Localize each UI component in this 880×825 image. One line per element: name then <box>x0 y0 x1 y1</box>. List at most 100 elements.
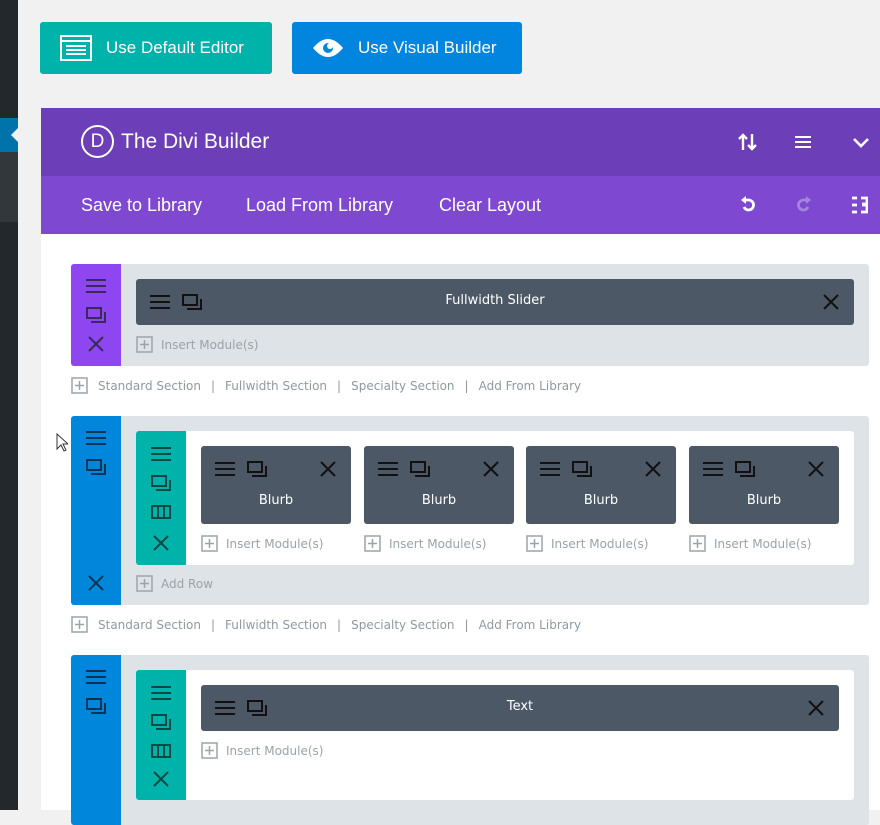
columns-icon[interactable] <box>151 505 171 519</box>
use-visual-builder-button[interactable]: Use Visual Builder <box>292 22 522 74</box>
delete-icon[interactable] <box>483 461 499 477</box>
standard-section-link[interactable]: Standard Section <box>98 618 201 632</box>
eye-icon <box>312 36 344 60</box>
delete-icon[interactable] <box>320 461 336 477</box>
fullwidth-section: Fullwidth Slider Insert Module(s) <box>71 264 869 366</box>
insert-module-button[interactable]: Insert Module(s) <box>526 535 648 552</box>
drag-handle-icon[interactable] <box>215 461 235 477</box>
delete-icon[interactable] <box>808 700 824 716</box>
duplicate-icon[interactable] <box>151 475 171 491</box>
insert-module-button[interactable]: Insert Module(s) <box>201 742 323 759</box>
undo-icon[interactable] <box>740 196 756 214</box>
divi-logo: D <box>81 125 114 158</box>
standard-section: Blurb Insert Module(s) Blurb Insert Module… <box>71 416 869 605</box>
add-row-button[interactable]: Add Row <box>136 575 213 592</box>
module-text[interactable]: Text <box>201 685 839 731</box>
insert-module-label: Insert Module(s) <box>161 337 259 352</box>
delete-icon[interactable] <box>808 461 824 477</box>
insert-module-label: Insert Module(s) <box>226 536 324 551</box>
delete-icon[interactable] <box>645 461 661 477</box>
duplicate-icon[interactable] <box>247 461 267 477</box>
insert-module-button[interactable]: Insert Module(s) <box>689 535 811 552</box>
duplicate-icon[interactable] <box>151 714 171 730</box>
module-title: Text <box>506 699 534 714</box>
module-title: Blurb <box>421 493 457 508</box>
save-to-library-button[interactable]: Save to Library <box>81 195 202 216</box>
mouse-cursor-icon <box>56 433 68 453</box>
delete-icon[interactable] <box>153 771 169 787</box>
duplicate-icon[interactable] <box>735 461 755 477</box>
history-icon[interactable] <box>852 196 868 214</box>
visual-builder-label: Use Visual Builder <box>358 38 497 57</box>
add-from-library-link[interactable]: Add From Library <box>479 618 582 632</box>
default-editor-label: Use Default Editor <box>106 38 244 57</box>
row-controls <box>136 670 186 800</box>
add-section-links: Standard Section | Fullwidth Section | Spe… <box>71 616 581 633</box>
fullwidth-section-link[interactable]: Fullwidth Section <box>225 618 327 632</box>
insert-module-label: Insert Module(s) <box>389 536 487 551</box>
menu-icon[interactable] <box>795 135 811 149</box>
redo-icon[interactable] <box>796 196 812 214</box>
load-from-library-button[interactable]: Load From Library <box>246 195 393 216</box>
insert-module-button[interactable]: Insert Module(s) <box>136 336 258 353</box>
sort-arrows-icon[interactable] <box>737 132 759 152</box>
drag-handle-icon[interactable] <box>151 685 171 701</box>
specialty-section-link[interactable]: Specialty Section <box>351 379 454 393</box>
specialty-section-link[interactable]: Specialty Section <box>351 618 454 632</box>
clear-layout-button[interactable]: Clear Layout <box>439 195 541 216</box>
builder-title: The Divi Builder <box>121 130 270 153</box>
separator: | <box>211 617 216 632</box>
separator: | <box>464 617 469 632</box>
drag-handle-icon[interactable] <box>378 461 398 477</box>
separator: | <box>337 378 342 393</box>
module-blurb[interactable]: Blurb <box>201 446 351 524</box>
drag-handle-icon[interactable] <box>86 669 106 685</box>
separator: | <box>464 378 469 393</box>
duplicate-icon[interactable] <box>86 307 106 323</box>
insert-module-button[interactable]: Insert Module(s) <box>201 535 323 552</box>
section-controls <box>71 416 121 605</box>
wp-admin-sidebar <box>0 0 18 810</box>
standard-section: Text Insert Module(s) <box>71 655 869 825</box>
columns-icon[interactable] <box>151 744 171 758</box>
module-blurb[interactable]: Blurb <box>526 446 676 524</box>
module-fullwidth-slider[interactable]: Fullwidth Slider <box>136 279 854 325</box>
use-default-editor-button[interactable]: Use Default Editor <box>40 22 272 74</box>
fullwidth-section-link[interactable]: Fullwidth Section <box>225 379 327 393</box>
duplicate-icon[interactable] <box>86 698 106 714</box>
drag-handle-icon[interactable] <box>703 461 723 477</box>
module-title: Blurb <box>258 493 294 508</box>
standard-section-link[interactable]: Standard Section <box>98 379 201 393</box>
delete-icon[interactable] <box>153 535 169 551</box>
duplicate-icon[interactable] <box>572 461 592 477</box>
plus-icon[interactable] <box>71 616 88 633</box>
module-blurb[interactable]: Blurb <box>364 446 514 524</box>
add-from-library-link[interactable]: Add From Library <box>479 379 582 393</box>
delete-icon[interactable] <box>88 336 104 352</box>
drag-handle-icon[interactable] <box>540 461 560 477</box>
insert-module-button[interactable]: Insert Module(s) <box>364 535 486 552</box>
drag-handle-icon[interactable] <box>86 430 106 446</box>
drag-handle-icon[interactable] <box>86 278 106 294</box>
section-controls <box>71 655 121 825</box>
drag-handle-icon[interactable] <box>151 446 171 462</box>
insert-module-label: Insert Module(s) <box>551 536 649 551</box>
current-menu-indicator[interactable] <box>0 118 18 152</box>
module-title: Blurb <box>583 493 619 508</box>
chevron-down-icon[interactable] <box>852 137 870 149</box>
separator: | <box>337 617 342 632</box>
delete-icon[interactable] <box>88 575 104 591</box>
builder-toolbar: Save to Library Load From Library Clear … <box>41 176 880 234</box>
module-blurb[interactable]: Blurb <box>689 446 839 524</box>
document-icon <box>60 35 92 61</box>
duplicate-icon[interactable] <box>410 461 430 477</box>
plus-icon[interactable] <box>71 377 88 394</box>
add-row-label: Add Row <box>161 576 214 591</box>
add-section-links: Standard Section | Fullwidth Section | Spe… <box>71 377 581 394</box>
submenu <box>0 152 18 222</box>
delete-icon[interactable] <box>823 294 839 310</box>
insert-module-label: Insert Module(s) <box>226 743 324 758</box>
row: Blurb Insert Module(s) Blurb Insert Module… <box>136 431 854 565</box>
row: Text Insert Module(s) <box>136 670 854 800</box>
duplicate-icon[interactable] <box>86 459 106 475</box>
